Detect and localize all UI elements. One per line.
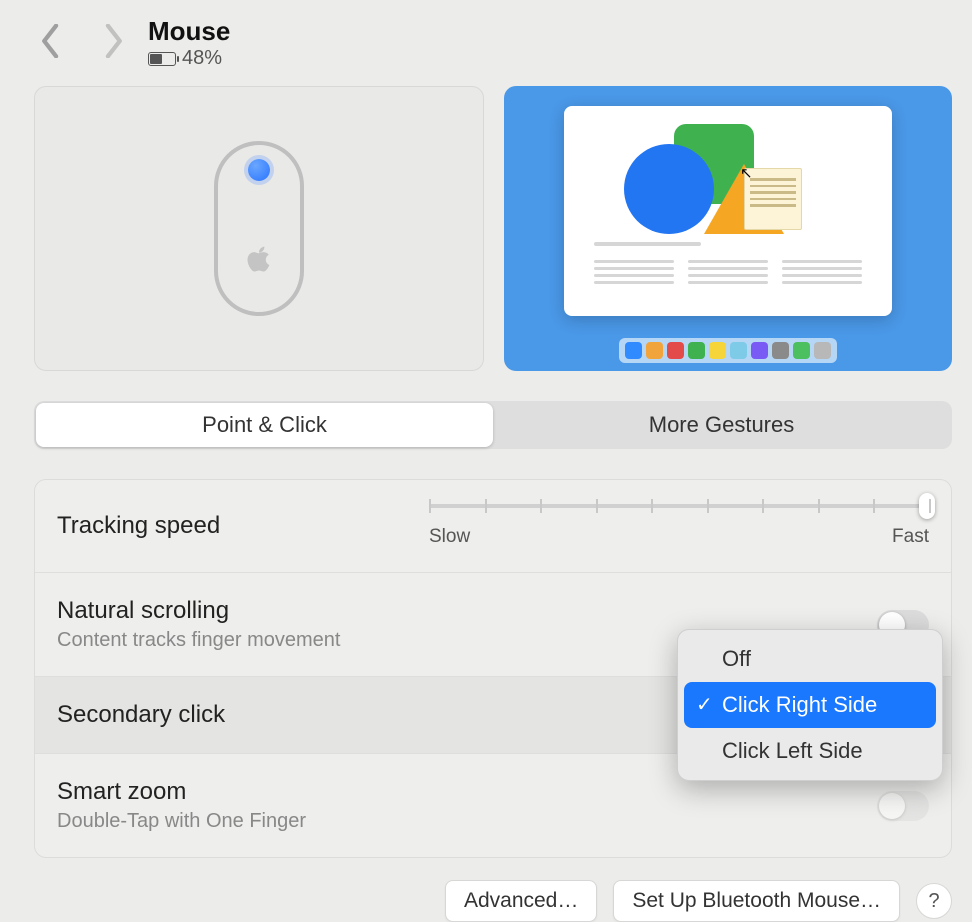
back-button[interactable] (40, 24, 62, 63)
battery-percent: 48% (182, 47, 222, 70)
secondary-click-dropdown: Off Click Right Side Click Left Side (677, 629, 943, 781)
smart-zoom-sub: Double-Tap with One Finger (57, 810, 306, 833)
mouse-illustration (34, 86, 484, 371)
gesture-preview: ↖ (504, 86, 952, 371)
settings-list: Tracking speed Slow Fast Natural scrolli… (34, 479, 952, 858)
page-title: Mouse (148, 16, 230, 47)
tab-bar: Point & Click More Gestures (34, 401, 952, 449)
advanced-button[interactable]: Advanced… (445, 880, 597, 922)
slider-max-label: Fast (892, 526, 929, 548)
setup-bluetooth-button[interactable]: Set Up Bluetooth Mouse… (613, 880, 900, 922)
help-button[interactable]: ? (916, 883, 952, 919)
secondary-click-option-right[interactable]: Click Right Side (684, 682, 936, 728)
natural-scrolling-sub: Content tracks finger movement (57, 629, 340, 652)
tab-point-click[interactable]: Point & Click (36, 403, 493, 447)
natural-scrolling-label: Natural scrolling (57, 597, 340, 625)
apple-logo-icon (246, 244, 272, 274)
cursor-icon: ↖ (740, 164, 753, 182)
tracking-speed-label: Tracking speed (57, 512, 220, 540)
battery-icon (148, 52, 176, 66)
dock-illustration (619, 338, 837, 363)
smart-zoom-toggle[interactable] (877, 791, 929, 821)
secondary-click-option-off[interactable]: Off (684, 636, 936, 682)
tracking-speed-slider[interactable]: Slow Fast (429, 504, 929, 548)
row-secondary-click: Secondary click Off Click Right Side Cli… (35, 677, 951, 754)
battery-status: 48% (148, 47, 230, 70)
row-tracking-speed: Tracking speed Slow Fast (35, 480, 951, 573)
slider-min-label: Slow (429, 526, 470, 548)
smart-zoom-label: Smart zoom (57, 778, 306, 806)
secondary-click-label: Secondary click (57, 701, 225, 729)
forward-button[interactable] (102, 24, 124, 63)
tab-more-gestures[interactable]: More Gestures (493, 403, 950, 447)
secondary-click-option-left[interactable]: Click Left Side (684, 728, 936, 774)
